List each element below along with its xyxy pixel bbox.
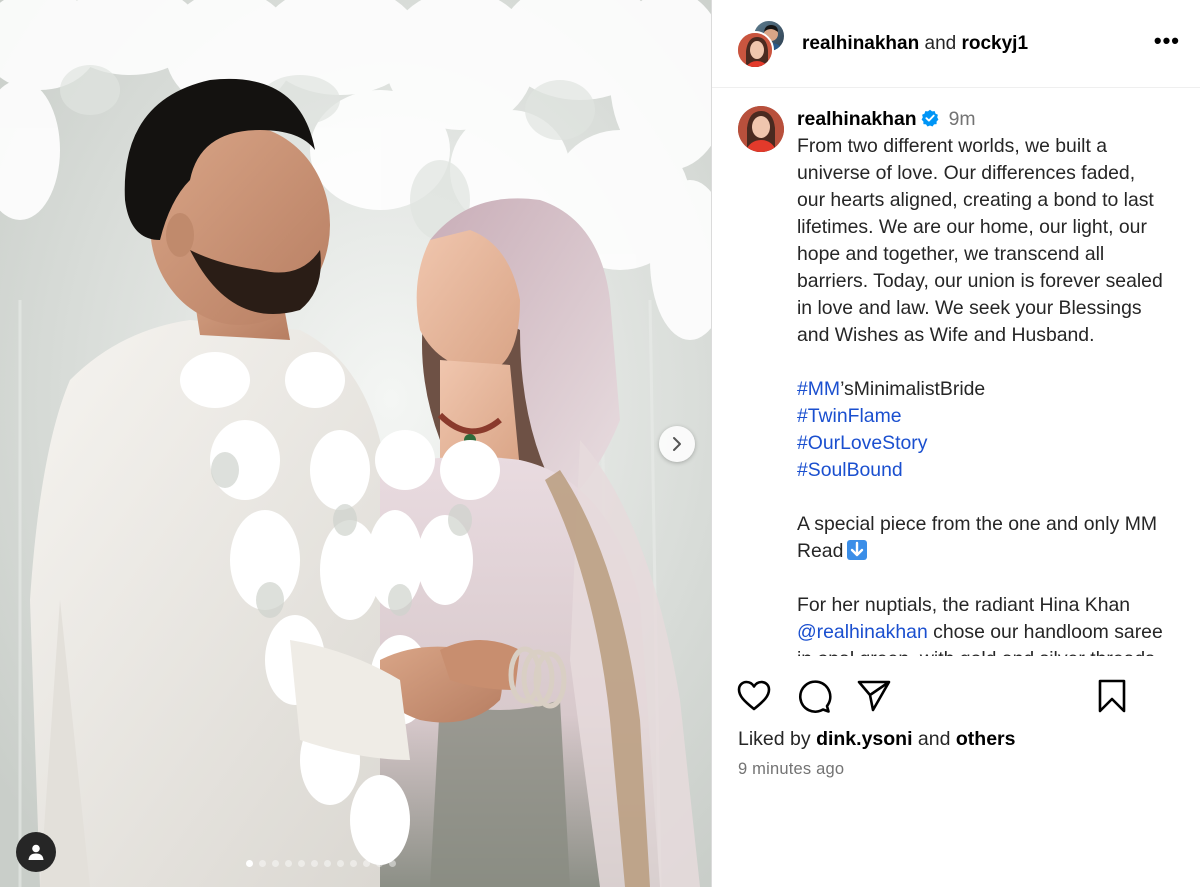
- comment-button[interactable]: [796, 678, 832, 719]
- save-button[interactable]: [1096, 678, 1128, 719]
- hashtag-suffix: ’sMinimalistBride: [840, 378, 986, 400]
- like-button[interactable]: [736, 678, 772, 719]
- caption-line: Read: [797, 538, 1193, 565]
- comment-icon: [798, 680, 832, 713]
- down-arrow-emoji-icon: [847, 540, 868, 560]
- caption-line: barriers. Today, our union is forever se…: [797, 270, 1163, 292]
- carousel-dot: [298, 860, 305, 867]
- carousel-dot: [363, 860, 370, 867]
- carousel-dot: [311, 860, 318, 867]
- avatar-image: [738, 106, 784, 152]
- avatar-image: [738, 32, 772, 67]
- hashtag-line: #MM’sMinimalistBride: [797, 376, 1193, 403]
- send-icon: [857, 680, 891, 712]
- caption-line: our hearts aligned, creating a bond to l…: [797, 189, 1154, 211]
- collaborator-link[interactable]: rockyj1: [961, 33, 1028, 54]
- tagged-users-button[interactable]: [16, 832, 56, 872]
- verified-badge-icon: [921, 109, 939, 127]
- next-image-button[interactable]: [659, 426, 695, 462]
- caption-text: realhinakhan 9m From two different world…: [797, 106, 1193, 656]
- carousel-dot: [389, 860, 396, 867]
- post-details-panel: realhinakhan and rockyj1 ••• realhinakha…: [711, 0, 1200, 887]
- bookmark-icon: [1098, 679, 1126, 713]
- post-authors: realhinakhan and rockyj1: [802, 33, 1028, 55]
- caption-line: hope and together, we transcend all: [797, 243, 1105, 265]
- caption-line: A special piece from the one and only MM: [797, 513, 1157, 535]
- liked-by-mid: and: [912, 728, 956, 750]
- post-timestamp: 9m: [948, 108, 976, 130]
- author-link[interactable]: realhinakhan: [802, 33, 919, 54]
- carousel-dot: [259, 860, 266, 867]
- post-actions: [712, 672, 1200, 722]
- carousel-dot: [324, 860, 331, 867]
- caption-username[interactable]: realhinakhan: [797, 108, 917, 130]
- collab-avatars[interactable]: [736, 18, 786, 69]
- post-header: realhinakhan and rockyj1 •••: [712, 0, 1200, 88]
- avatar[interactable]: [738, 106, 784, 152]
- caption-line: @realhinakhan chose our handloom saree: [797, 619, 1193, 646]
- carousel-indicator: [246, 860, 396, 867]
- more-options-button[interactable]: •••: [1154, 30, 1180, 52]
- read-text: Read: [797, 540, 844, 562]
- hashtag-link[interactable]: #SoulBound: [797, 459, 903, 481]
- likes-summary: Liked by dink.ysoni and others: [738, 728, 1015, 751]
- liked-by-others-link[interactable]: others: [956, 728, 1016, 750]
- carousel-dot: [285, 860, 292, 867]
- caption-line: For her nuptials, the radiant Hina Khan: [797, 594, 1131, 616]
- hashtag-link[interactable]: #OurLoveStory: [797, 432, 927, 454]
- caption-line: in opal green, with gold and silver thre…: [797, 646, 1193, 656]
- user-icon: [28, 844, 44, 860]
- liked-by-user-link[interactable]: dink.ysoni: [816, 728, 912, 750]
- caption-scroll-area[interactable]: realhinakhan 9m From two different world…: [712, 89, 1200, 656]
- caption-line: in love and law. We seek your Blessings: [797, 297, 1142, 319]
- carousel-dot: [272, 860, 279, 867]
- carousel-dot: [350, 860, 357, 867]
- caption-line: From two different worlds, we built a: [797, 135, 1108, 157]
- carousel-dot: [376, 860, 383, 867]
- carousel-dot: [246, 860, 253, 867]
- share-button[interactable]: [856, 678, 892, 719]
- mention-link[interactable]: @realhinakhan: [797, 621, 928, 643]
- avatar[interactable]: [736, 30, 774, 69]
- caption-text-fragment: chose our handloom saree: [927, 621, 1163, 643]
- hashtag-link[interactable]: #MM: [797, 378, 840, 400]
- post-time-ago: 9 minutes ago: [738, 760, 845, 778]
- conjunction-text: and: [924, 32, 957, 54]
- chevron-right-icon: [673, 437, 681, 451]
- wedding-photo: [0, 0, 711, 887]
- liked-by-prefix: Liked by: [738, 728, 817, 750]
- caption-line: lifetimes. We are our home, our light, o…: [797, 216, 1147, 238]
- caption-header-line: realhinakhan 9m: [797, 106, 1193, 133]
- carousel-dot: [337, 860, 344, 867]
- caption-line: universe of love. Our differences faded,: [797, 162, 1136, 184]
- post-photo[interactable]: [0, 0, 711, 887]
- caption-line: and Wishes as Wife and Husband.: [797, 324, 1095, 346]
- hashtag-link[interactable]: #TwinFlame: [797, 405, 902, 427]
- heart-icon: [737, 680, 771, 711]
